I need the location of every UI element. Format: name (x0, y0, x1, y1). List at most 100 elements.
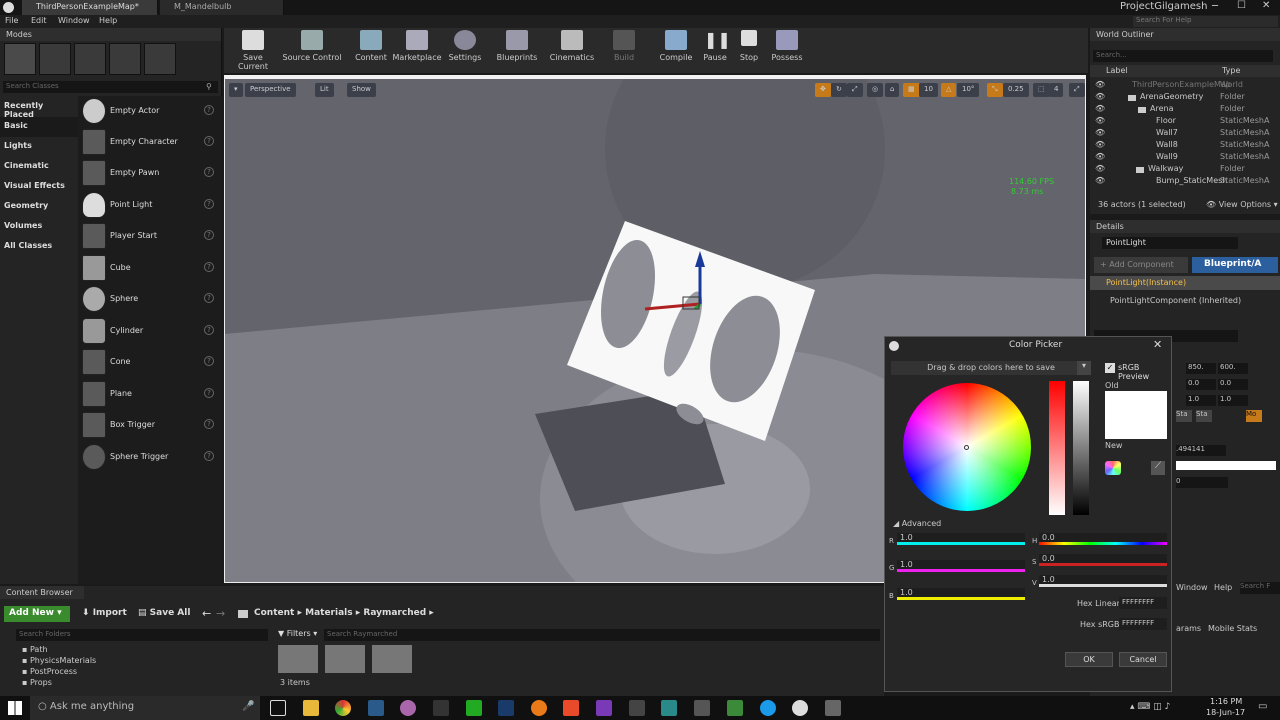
view-options-button[interactable]: 👁 View Options ▾ (1206, 200, 1278, 209)
place-item-cylinder[interactable]: Cylinder? (80, 317, 220, 347)
eyedropper-icon[interactable]: ⟋ (1151, 461, 1165, 475)
add-component-button[interactable]: + Add Component (1094, 257, 1188, 273)
crumb-materials[interactable]: Materials (305, 608, 352, 618)
app-icon[interactable] (825, 700, 841, 716)
crumb-raymarched[interactable]: Raymarched (363, 608, 426, 618)
mobility-stationary[interactable]: Sta (1196, 410, 1212, 422)
content-button[interactable]: Content (352, 30, 390, 70)
v-field[interactable]: 1.0 (1039, 575, 1167, 587)
app-icon[interactable] (400, 700, 416, 716)
modes-tab[interactable]: Modes (0, 28, 221, 41)
eye-icon[interactable]: 👁 (1095, 176, 1105, 185)
angle-snap-button[interactable]: △ (941, 83, 957, 97)
place-item-empty-actor[interactable]: Empty Actor? (80, 97, 220, 127)
col-type[interactable]: Type (1222, 66, 1240, 75)
help-icon[interactable]: ? (204, 262, 214, 272)
unreal-engine-icon[interactable] (792, 700, 808, 716)
params-button[interactable]: arams (1176, 624, 1201, 633)
surface-snap-icon[interactable]: ⌂ (885, 83, 900, 97)
prop-field[interactable]: 0.0 (1218, 379, 1248, 390)
menu-edit[interactable]: Edit (31, 16, 47, 25)
prop-field[interactable]: 0 (1176, 477, 1228, 488)
app-icon[interactable] (727, 700, 743, 716)
folder-tree-item[interactable]: ▪ PostProcess (22, 667, 77, 676)
lit-button[interactable]: Lit (315, 83, 334, 97)
advanced-toggle[interactable]: ◢ Advanced (893, 519, 941, 528)
color-themes-bar[interactable]: Drag & drop colors here to save (891, 361, 1091, 375)
place-item-cube[interactable]: Cube? (80, 254, 220, 284)
outliner-row[interactable]: 👁 Wall7 StaticMeshA (1090, 128, 1280, 140)
eye-icon[interactable]: 👁 (1095, 128, 1105, 137)
hex-srgb-field[interactable]: FFFFFFFF (1119, 618, 1167, 630)
viewport-options-button[interactable]: ▾ (229, 83, 243, 97)
pause-button[interactable]: ❚❚ Pause (702, 30, 731, 70)
search-classes-input[interactable]: Search Classes (3, 81, 218, 93)
category-volumes[interactable]: Volumes (0, 217, 78, 237)
prop-field[interactable]: 1.0 (1218, 395, 1248, 406)
app-icon[interactable] (694, 700, 710, 716)
app-icon[interactable] (466, 700, 482, 716)
forward-arrow-icon[interactable]: → (216, 607, 225, 620)
b-field[interactable]: 1.0 (897, 588, 1025, 600)
place-item-player-start[interactable]: Player Start? (80, 222, 220, 252)
paint-mode-icon[interactable] (39, 43, 71, 75)
help-search-input[interactable]: Search For Help (1133, 16, 1278, 27)
intensity-field[interactable]: .494141 (1176, 445, 1226, 456)
add-new-button[interactable]: Add New ▾ (4, 606, 70, 622)
possess-button[interactable]: Possess (770, 30, 804, 70)
help-icon[interactable]: ? (204, 167, 214, 177)
eye-icon[interactable]: 👁 (1095, 164, 1105, 173)
notification-icon[interactable]: ▭ (1258, 701, 1267, 712)
marketplace-button[interactable]: Marketplace (392, 30, 442, 70)
landscape-mode-icon[interactable] (74, 43, 106, 75)
details-tab[interactable]: Details (1090, 220, 1280, 233)
themes-dropdown-button[interactable]: ▾ (1077, 361, 1091, 375)
place-item-box-trigger[interactable]: Box Trigger? (80, 411, 220, 441)
save-all-button[interactable]: ▤ Save All (138, 608, 190, 618)
eye-icon[interactable]: 👁 (1095, 152, 1105, 161)
asset-thumbnail[interactable] (325, 645, 365, 673)
save-current-button[interactable]: Save Current (228, 30, 278, 71)
scale-tool-button[interactable]: ⤢ (847, 83, 863, 97)
color-wheel-toggle-icon[interactable] (1105, 461, 1121, 475)
blender-icon[interactable] (531, 700, 547, 716)
source-control-button[interactable]: Source Control (282, 30, 342, 70)
visual-studio-icon[interactable] (596, 700, 612, 716)
crumb-content[interactable]: Content (254, 608, 294, 618)
world-local-icon[interactable]: ◎ (867, 83, 884, 97)
outliner-row[interactable]: 👁 Arena Folder (1090, 104, 1280, 116)
menu-window-label[interactable]: Window (1176, 583, 1208, 592)
menu-window[interactable]: Window (58, 16, 90, 25)
place-mode-icon[interactable] (4, 43, 36, 75)
epic-icon[interactable] (433, 700, 449, 716)
skype-icon[interactable] (760, 700, 776, 716)
microphone-icon[interactable]: 🎤 (242, 701, 254, 712)
compile-button[interactable]: Compile (658, 30, 694, 70)
app-icon[interactable] (563, 700, 579, 716)
help-icon[interactable]: ? (204, 293, 214, 303)
folder-tree-item[interactable]: ▪ PhysicsMaterials (22, 656, 96, 665)
place-item-point-light[interactable]: Point Light? (80, 191, 220, 221)
eye-icon[interactable]: 👁 (1095, 80, 1105, 89)
g-field[interactable]: 1.0 (897, 560, 1025, 572)
import-button[interactable]: ⬇ Import (82, 608, 127, 618)
blueprints-button[interactable]: Blueprints (496, 30, 538, 70)
folder-tree-item[interactable]: ▪ Path (22, 645, 48, 654)
eye-icon[interactable]: 👁 (1095, 104, 1105, 113)
tab-map[interactable]: ThirdPersonExampleMap* (22, 0, 158, 15)
outliner-row[interactable]: 👁 Wall9 StaticMeshA (1090, 152, 1280, 164)
category-lights[interactable]: Lights (0, 137, 78, 157)
prop-field[interactable]: 850. (1186, 363, 1216, 374)
category-visual-effects[interactable]: Visual Effects (0, 177, 78, 197)
color-wheel-cursor[interactable] (964, 445, 969, 450)
col-label[interactable]: Label (1106, 66, 1128, 75)
component-row[interactable]: PointLightComponent (Inherited) (1090, 294, 1280, 308)
place-item-cone[interactable]: Cone? (80, 348, 220, 378)
srgb-preview-checkbox[interactable]: ✓ (1105, 363, 1115, 373)
maximize-viewport-icon[interactable]: ⤢ (1069, 83, 1085, 97)
prop-field[interactable]: 1.0 (1186, 395, 1216, 406)
search-folders-input[interactable]: Search Folders (16, 629, 268, 641)
camera-speed-button[interactable]: ⬚ (1033, 83, 1050, 97)
ok-button[interactable]: OK (1065, 652, 1113, 667)
settings-button[interactable]: Settings (446, 30, 484, 70)
